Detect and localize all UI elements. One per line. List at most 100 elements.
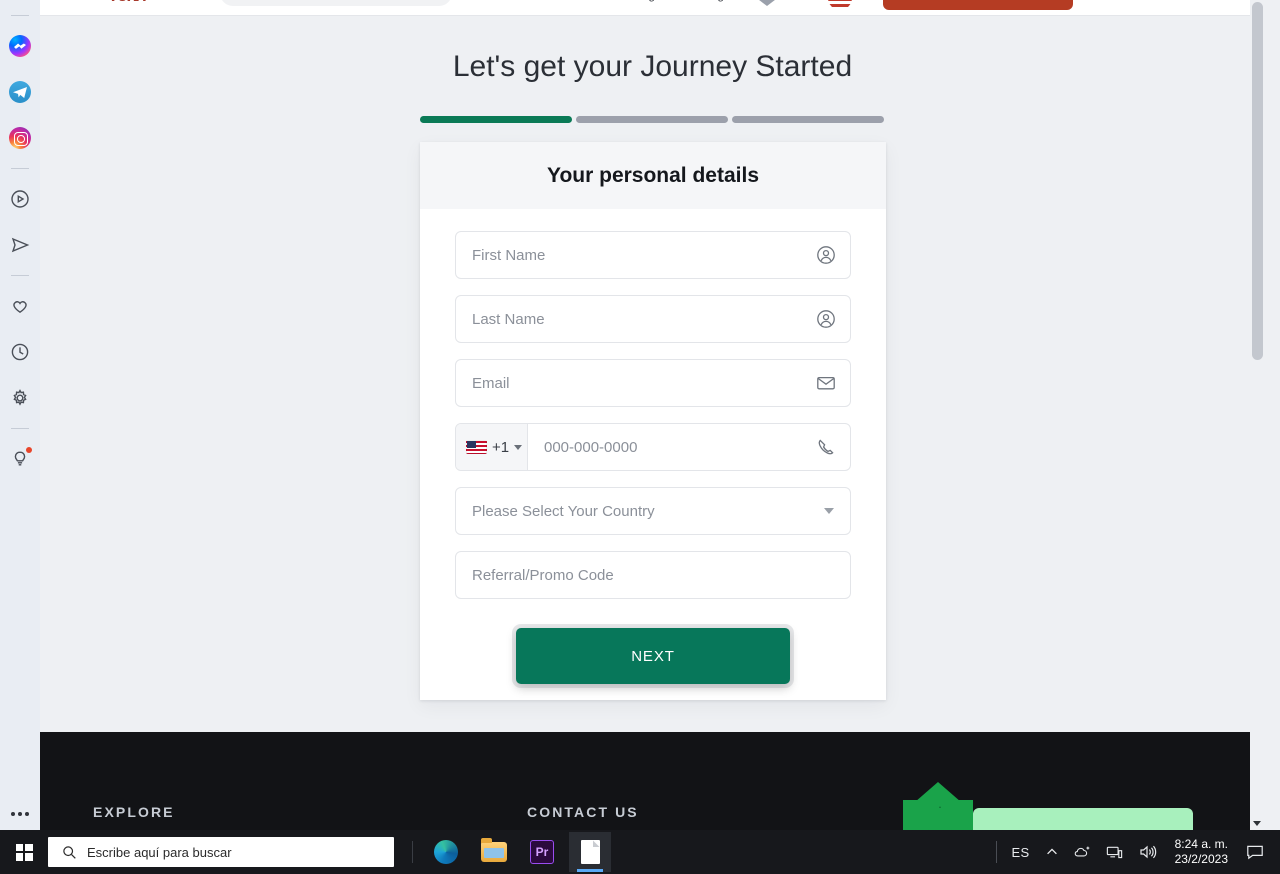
- tray-onedrive[interactable]: [1066, 830, 1098, 874]
- windows-taskbar: Escribe aquí para buscar Pr ES 8:24 a. m…: [0, 830, 1280, 874]
- windows-logo-icon: [15, 843, 33, 861]
- nav-item-blog[interactable]: Blog: [700, 0, 724, 2]
- first-name-placeholder: First Name: [472, 246, 546, 264]
- header-badge-icon: [758, 0, 776, 6]
- last-name-placeholder: Last Name: [472, 310, 545, 328]
- card-body: First Name Last Name Email +1 000-000-00…: [420, 209, 886, 684]
- email-field[interactable]: Email: [455, 359, 851, 407]
- sidebar-divider: [11, 275, 29, 276]
- notification-badge: [26, 447, 32, 453]
- next-button-container: NEXT: [455, 615, 851, 684]
- sidebar-item-messenger[interactable]: [5, 31, 35, 61]
- site-header: TURA Destinations Packages Blog: [40, 0, 1265, 16]
- sidebar-divider: [11, 428, 29, 429]
- taskbar-divider: [412, 841, 413, 863]
- phone-dial-code: +1: [492, 438, 510, 456]
- header-search-input[interactable]: [220, 0, 452, 6]
- chat-widget-logo-icon: [903, 800, 973, 830]
- next-button[interactable]: NEXT: [516, 628, 790, 684]
- tray-network[interactable]: [1098, 830, 1131, 874]
- premiere-pro-icon: Pr: [530, 840, 554, 864]
- user-icon: [816, 245, 836, 265]
- progress-step-3: [732, 116, 884, 123]
- phone-icon: [816, 437, 836, 457]
- tray-notifications[interactable]: [1238, 830, 1272, 874]
- screen: TURA Destinations Packages Blog Let's ge…: [0, 0, 1280, 874]
- taskbar-app-premiere-pro[interactable]: Pr: [521, 832, 563, 872]
- user-icon: [816, 309, 836, 329]
- scroll-down-arrow-icon[interactable]: [1253, 821, 1261, 826]
- last-name-field[interactable]: Last Name: [455, 295, 851, 343]
- referral-promo-code-field[interactable]: Referral/Promo Code: [455, 551, 851, 599]
- folder-icon: [481, 838, 507, 862]
- sidebar-item-telegram[interactable]: [5, 77, 35, 107]
- chat-widget-bar[interactable]: [973, 808, 1193, 830]
- volume-icon: [1140, 845, 1156, 859]
- sidebar-item-send[interactable]: [5, 230, 35, 260]
- sidebar-item-history[interactable]: [5, 337, 35, 367]
- system-tray: ES 8:24 a. m. 23/2/2023: [990, 830, 1280, 874]
- sidebar-item-instagram[interactable]: [5, 123, 35, 153]
- header-cta-button[interactable]: [883, 0, 1073, 10]
- personal-details-card: Your personal details First Name Last Na…: [420, 142, 886, 700]
- network-icon: [1106, 846, 1122, 858]
- us-flag-icon: [466, 440, 487, 454]
- browser-sidebar: [0, 0, 40, 830]
- telegram-icon: [9, 81, 31, 103]
- site-logo[interactable]: TURA: [108, 0, 176, 12]
- tray-clock[interactable]: 8:24 a. m. 23/2/2023: [1165, 837, 1238, 867]
- phone-country-selector[interactable]: +1: [456, 424, 528, 470]
- chevron-up-icon: [1046, 848, 1057, 855]
- taskbar-apps: Pr: [425, 832, 611, 872]
- taskbar-app-file-explorer[interactable]: [473, 832, 515, 872]
- scrollbar-thumb[interactable]: [1252, 2, 1263, 360]
- country-select-placeholder: Please Select Your Country: [472, 502, 655, 520]
- tray-language[interactable]: ES: [1003, 830, 1037, 874]
- mail-icon: [816, 373, 836, 393]
- instagram-icon: [9, 127, 31, 149]
- start-button[interactable]: [0, 830, 48, 874]
- web-page: TURA Destinations Packages Blog Let's ge…: [40, 0, 1265, 830]
- email-placeholder: Email: [472, 374, 510, 392]
- search-icon: [63, 845, 76, 859]
- progress-bar: [420, 116, 884, 123]
- sidebar-more-button[interactable]: [11, 812, 29, 816]
- dot: [18, 812, 22, 816]
- page-scrollbar[interactable]: [1250, 0, 1265, 830]
- progress-step-2: [576, 116, 728, 123]
- sidebar-item-media-player[interactable]: [5, 184, 35, 214]
- taskbar-search-input[interactable]: Escribe aquí para buscar: [48, 837, 394, 867]
- tray-date: 23/2/2023: [1174, 852, 1228, 866]
- taskbar-search-placeholder: Escribe aquí para buscar: [87, 844, 232, 860]
- nav-item-packages[interactable]: Packages: [615, 0, 668, 2]
- sidebar-divider: [11, 168, 29, 169]
- sidebar-item-settings[interactable]: [5, 383, 35, 413]
- sidebar-item-favorites[interactable]: [5, 291, 35, 321]
- tray-time: 8:24 a. m.: [1174, 837, 1228, 851]
- footer-heading-explore: EXPLORE: [93, 804, 175, 820]
- send-icon: [11, 237, 30, 253]
- sidebar-item-tips[interactable]: [5, 444, 35, 474]
- footer-heading-contact-us: CONTACT US: [527, 804, 639, 820]
- tray-divider: [996, 841, 998, 863]
- country-select[interactable]: Please Select Your Country: [455, 487, 851, 535]
- chevron-down-icon: [514, 444, 523, 450]
- tray-show-hidden-icons[interactable]: [1038, 830, 1066, 874]
- taskbar-app-document[interactable]: [569, 832, 611, 872]
- phone-field[interactable]: +1 000-000-0000: [455, 423, 851, 471]
- dot: [11, 812, 15, 816]
- first-name-field[interactable]: First Name: [455, 231, 851, 279]
- dot: [25, 812, 29, 816]
- nav-item-destinations[interactable]: Destinations: [500, 0, 566, 2]
- phone-placeholder: 000-000-0000: [544, 438, 638, 456]
- chat-widget[interactable]: [903, 800, 1193, 830]
- taskbar-app-microsoft-edge[interactable]: [425, 832, 467, 872]
- edge-icon: [434, 840, 458, 864]
- progress-step-1: [420, 116, 572, 123]
- us-flag-icon[interactable]: [828, 0, 852, 10]
- sidebar-divider: [11, 15, 29, 16]
- gear-icon: [13, 389, 27, 406]
- messenger-icon: [9, 35, 31, 57]
- onedrive-icon: [1074, 846, 1089, 857]
- tray-volume[interactable]: [1131, 830, 1165, 874]
